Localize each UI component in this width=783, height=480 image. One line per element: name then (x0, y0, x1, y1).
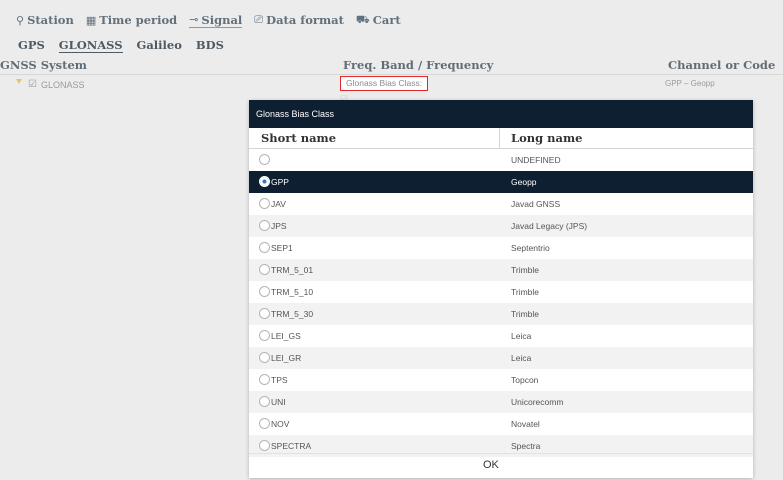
radio-icon[interactable] (259, 330, 270, 341)
long-name-cell: Novatel (511, 419, 540, 429)
nav-tab-label: Data format (266, 13, 344, 27)
glonass-bias-class-field[interactable]: Glonass Bias Class: (340, 76, 429, 91)
table-row[interactable]: NOV Novatel (249, 413, 753, 435)
long-name-cell: Trimble (511, 287, 540, 297)
short-name-cell: SPECTRA (271, 441, 312, 451)
short-name-cell: TRM_5_30 (271, 309, 314, 319)
short-name-cell: NOV (271, 419, 290, 429)
data-format-icon: ⎚ (254, 13, 264, 26)
table-row[interactable]: UNDEFINED (249, 149, 753, 171)
long-name-cell: Unicorecomm (511, 397, 564, 407)
nav-tab-station[interactable]: ⚲ Station (16, 13, 74, 27)
column-header-channel: Channel or Code (668, 58, 776, 72)
table-row[interactable]: LEI_GR Leica (249, 347, 753, 369)
calendar-icon: ▦ (85, 13, 97, 27)
radio-icon[interactable] (259, 440, 270, 451)
ok-button[interactable]: OK (483, 459, 499, 471)
radio-icon[interactable] (259, 220, 270, 231)
long-name-cell: Javad Legacy (JPS) (511, 221, 588, 231)
gnss-tab-galileo[interactable]: Galileo (137, 38, 182, 52)
nav-tab-label: Time period (99, 13, 178, 27)
radio-icon[interactable] (259, 352, 270, 363)
radio-icon[interactable] (259, 418, 270, 429)
table-row[interactable]: GPP Geopp (249, 171, 753, 193)
nav-tab-label: Signal (201, 12, 243, 27)
channel-value: GPP – Geopp (665, 79, 715, 88)
dialog-title: Glonass Bias Class (249, 100, 753, 128)
gnss-tab-bds[interactable]: BDS (196, 38, 224, 52)
long-name-cell: Spectra (511, 441, 541, 451)
table-row[interactable]: TPS Topcon (249, 369, 753, 391)
header-long-name: Long name (511, 131, 583, 145)
short-name-cell: TRM_5_10 (271, 287, 314, 297)
table-row[interactable]: SEP1 Septentrio (249, 237, 753, 259)
tree-row-glonass[interactable]: ☑ GLONASS Glonass Bias Class: GPP – Geop… (0, 76, 783, 94)
radio-selected-icon[interactable] (259, 176, 270, 187)
long-name-cell: Leica (511, 331, 532, 341)
column-header-gnss: GNSS System (0, 58, 87, 72)
radio-icon[interactable] (259, 374, 270, 385)
nav-tab-time-period[interactable]: ▦ Time period (86, 13, 177, 27)
radio-icon[interactable] (259, 396, 270, 407)
checkbox-checked-icon[interactable]: ☑ (28, 79, 37, 90)
long-name-cell: Trimble (511, 265, 540, 275)
radio-icon[interactable] (259, 308, 270, 319)
location-pin-icon: ⚲ (16, 13, 25, 27)
radio-icon[interactable] (259, 154, 270, 165)
short-name-cell: TRM_5_01 (271, 265, 314, 275)
short-name-cell: LEI_GS (271, 331, 301, 341)
short-name-cell: TPS (271, 375, 288, 385)
short-name-cell: GPP (271, 177, 289, 187)
top-navigation: ⚲ Station ▦ Time period ⊸ Signal ⎚ Data format ⛟… (0, 0, 783, 60)
long-name-cell: Geopp (511, 177, 537, 187)
long-name-cell: Topcon (511, 375, 539, 385)
long-name-cell: Javad GNSS (511, 199, 561, 209)
expand-arrow-icon[interactable] (16, 79, 22, 84)
column-headers: GNSS System Freq. Band / Frequency Chann… (0, 56, 783, 75)
table-row[interactable]: TRM_5_10 Trimble (249, 281, 753, 303)
long-name-cell: Trimble (511, 309, 540, 319)
long-name-cell: Septentrio (511, 243, 550, 253)
dialog-footer: OK (249, 453, 753, 478)
radio-icon[interactable] (259, 242, 270, 253)
gnss-tab-gps[interactable]: GPS (18, 38, 45, 52)
long-name-cell: Leica (511, 353, 532, 363)
table-row[interactable]: LEI_GS Leica (249, 325, 753, 347)
nav-tab-data-format[interactable]: ⎚ Data format (254, 13, 344, 27)
tree-label-glonass: GLONASS (41, 80, 85, 90)
bias-class-table: Short name Long name UNDEFINED GPP Geopp JA… (249, 128, 753, 457)
table-row[interactable]: JPS Javad Legacy (JPS) (249, 215, 753, 237)
table-row[interactable]: JAV Javad GNSS (249, 193, 753, 215)
main-tabs: ⚲ Station ▦ Time period ⊸ Signal ⎚ Data format ⛟… (0, 11, 401, 29)
header-short-name: Short name (261, 131, 337, 145)
radio-icon[interactable] (259, 198, 270, 209)
gnss-tabs: GPS GLONASS Galileo BDS (0, 36, 224, 54)
gnss-tab-glonass[interactable]: GLONASS (58, 38, 123, 53)
table-row[interactable]: TRM_5_01 Trimble (249, 259, 753, 281)
nav-tab-signal[interactable]: ⊸ Signal (189, 12, 243, 28)
radio-icon[interactable] (259, 264, 270, 275)
glonass-bias-class-dialog: Glonass Bias Class Short name Long name … (249, 100, 753, 478)
radio-icon[interactable] (259, 286, 270, 297)
short-name-cell: JPS (271, 221, 287, 231)
column-header-freq: Freq. Band / Frequency (343, 58, 494, 72)
nav-tab-cart[interactable]: ⛟ Cart (356, 13, 401, 28)
short-name-cell: UNI (271, 397, 286, 407)
short-name-cell: SEP1 (271, 243, 293, 253)
nav-tab-label: Station (27, 13, 74, 27)
short-name-cell: LEI_GR (271, 353, 302, 363)
cart-icon: ⛟ (355, 12, 370, 26)
table-row[interactable]: UNI Unicorecomm (249, 391, 753, 413)
table-header: Short name Long name (249, 128, 753, 149)
table-row[interactable]: TRM_5_30 Trimble (249, 303, 753, 325)
column-divider (499, 128, 500, 149)
signal-icon: ⊸ (189, 13, 199, 26)
short-name-cell: JAV (271, 199, 286, 209)
long-name-cell: UNDEFINED (511, 155, 561, 165)
nav-tab-label: Cart (372, 13, 401, 27)
